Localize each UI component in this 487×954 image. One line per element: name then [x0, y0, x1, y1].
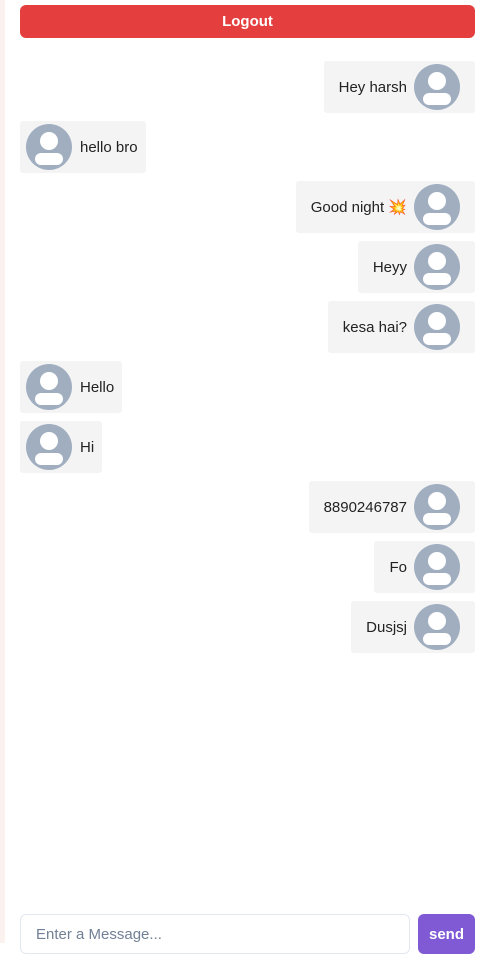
message-bubble: Fo: [374, 541, 475, 593]
user-avatar-icon: [414, 544, 460, 590]
message-text: hello bro: [80, 138, 138, 156]
user-avatar-icon: [414, 304, 460, 350]
message-text: Fo: [389, 558, 407, 576]
user-avatar-icon: [26, 364, 72, 410]
user-avatar-icon: [414, 484, 460, 530]
message-text: Hi: [80, 438, 95, 456]
message-bubble: Hey harsh: [323, 61, 475, 113]
message-text: 8890246787: [323, 498, 407, 516]
left-border-strip: [0, 0, 5, 943]
message-bubble: Hi: [20, 421, 103, 473]
message-row: Fo: [20, 541, 475, 593]
message-text: Hey harsh: [338, 78, 407, 96]
message-list: Hey harsh hello bro Good night 💥 Heyy ke…: [20, 61, 475, 653]
message-bubble: Good night 💥: [295, 181, 475, 233]
message-bubble: 8890246787: [308, 481, 475, 533]
message-row: Hey harsh: [20, 61, 475, 113]
message-row: Hi: [20, 421, 475, 473]
message-row: 8890246787: [20, 481, 475, 533]
message-text: Good night 💥: [310, 199, 407, 216]
user-avatar-icon: [414, 184, 460, 230]
message-row: Heyy: [20, 241, 475, 293]
message-bubble: kesa hai?: [327, 301, 475, 353]
send-button[interactable]: send: [418, 914, 475, 954]
message-composer: send: [20, 914, 475, 954]
message-text: Heyy: [372, 258, 407, 276]
message-text: Dusjsj: [366, 618, 407, 636]
message-bubble: Dusjsj: [351, 601, 475, 653]
message-bubble: Heyy: [357, 241, 475, 293]
message-row: hello bro: [20, 121, 475, 173]
message-text: Hello: [80, 378, 115, 396]
message-bubble: Hello: [20, 361, 123, 413]
user-avatar-icon: [26, 424, 72, 470]
message-row: Hello: [20, 361, 475, 413]
user-avatar-icon: [414, 64, 460, 110]
message-row: Dusjsj: [20, 601, 475, 653]
message-row: Good night 💥: [20, 181, 475, 233]
message-row: kesa hai?: [20, 301, 475, 353]
user-avatar-icon: [414, 244, 460, 290]
message-text: kesa hai?: [342, 318, 407, 336]
logout-button[interactable]: Logout: [20, 5, 475, 38]
message-bubble: hello bro: [20, 121, 146, 173]
user-avatar-icon: [26, 124, 72, 170]
message-input[interactable]: [20, 914, 410, 954]
user-avatar-icon: [414, 604, 460, 650]
